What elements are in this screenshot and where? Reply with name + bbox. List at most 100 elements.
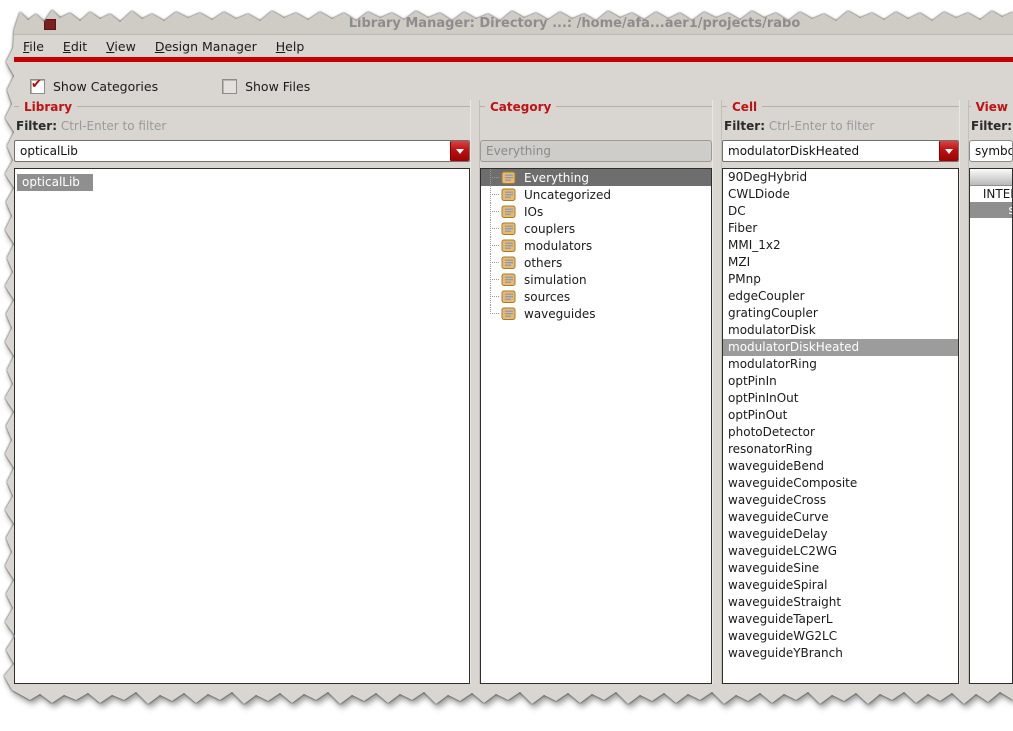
splitter[interactable] — [712, 100, 722, 684]
cell-list-item[interactable]: waveguideCurve — [723, 509, 958, 526]
view-rows: INTERCONNECT symbol — [970, 186, 1012, 218]
category-tree-item[interactable]: sources — [481, 288, 711, 305]
accent-divider — [14, 57, 1013, 62]
library-combobox-value[interactable]: opticalLib — [15, 141, 450, 161]
view-input[interactable]: symbol — [969, 140, 1013, 162]
category-item-label[interactable]: IOs — [524, 205, 543, 219]
cell-list-item[interactable]: modulatorRing — [723, 356, 958, 373]
cell-list-item[interactable]: waveguideBend — [723, 458, 958, 475]
toolbar-checkbox-row: Show Categories Show Files — [30, 77, 310, 95]
view-list[interactable]: View INTERCONNECT symbol — [969, 168, 1013, 684]
cell-panel: Cell Filter: Ctrl-Enter to filter modula… — [722, 100, 959, 684]
library-panel-title: Library — [14, 100, 470, 114]
cell-list-item[interactable]: waveguideSine — [723, 560, 958, 577]
scroll-category-icon — [501, 171, 517, 185]
cell-list-item[interactable]: optPinIn — [723, 373, 958, 390]
cell-list-item[interactable]: waveguideWG2LC — [723, 628, 958, 645]
scroll-category-icon — [501, 205, 517, 219]
scroll-category-icon — [501, 307, 517, 321]
cell-filter-label: Filter: — [724, 119, 766, 133]
checkbox-label: Show Categories — [53, 78, 159, 94]
chevron-down-icon — [945, 148, 953, 158]
library-item-label[interactable]: opticalLib — [17, 174, 93, 191]
scroll-category-icon — [501, 273, 517, 287]
scroll-category-icon — [501, 222, 517, 236]
category-tree-item[interactable]: Uncategorized — [481, 186, 711, 203]
view-list-item[interactable]: symbol — [970, 202, 1012, 218]
category-tree-item[interactable]: waveguides — [481, 305, 711, 322]
cell-dropdown-button[interactable] — [939, 141, 958, 161]
category-tree-item[interactable]: others — [481, 254, 711, 271]
category-tree-item[interactable]: modulators — [481, 237, 711, 254]
cell-list-item[interactable]: MMI_1x2 — [723, 237, 958, 254]
category-item-label[interactable]: waveguides — [524, 307, 595, 321]
category-tree-item[interactable]: IOs — [481, 203, 711, 220]
cell-list-item[interactable]: CWLDiode — [723, 186, 958, 203]
category-item-label[interactable]: modulators — [524, 239, 592, 253]
menu-item[interactable]: View — [101, 37, 141, 56]
checkbox[interactable]: Show Files — [222, 78, 311, 94]
cell-list-item[interactable]: waveguideTaperL — [723, 611, 958, 628]
view-list-item[interactable]: INTERCONNECT — [970, 186, 1012, 202]
category-tree-item[interactable]: couplers — [481, 220, 711, 237]
menu-item[interactable]: File — [18, 37, 49, 56]
checkbox-label: Show Files — [245, 78, 311, 94]
cell-list-item[interactable]: waveguideComposite — [723, 475, 958, 492]
library-filter-row: Filter: Ctrl-Enter to filter — [16, 119, 470, 136]
category-item-label[interactable]: simulation — [524, 273, 587, 287]
checkbox-box-icon[interactable] — [30, 77, 45, 94]
cell-list-item[interactable]: Fiber — [723, 220, 958, 237]
cell-list-item[interactable]: modulatorDiskHeated — [723, 339, 958, 356]
cell-list-item[interactable]: 90DegHybrid — [723, 169, 958, 186]
cell-list-item[interactable]: DC — [723, 203, 958, 220]
cell-list-item[interactable]: waveguideDelay — [723, 526, 958, 543]
cell-list[interactable]: 90DegHybrid CWLDiode DC Fiber MMI_1x2 MZ… — [722, 168, 959, 684]
cell-list-item[interactable]: PMnp — [723, 271, 958, 288]
title-bar: Library Manager: Directory ...: /home/af… — [14, 10, 1013, 35]
cell-list-item[interactable]: optPinOut — [723, 407, 958, 424]
cell-list-item[interactable]: edgeCoupler — [723, 288, 958, 305]
library-combobox[interactable]: opticalLib — [14, 140, 470, 162]
menu-item[interactable]: Edit — [58, 37, 92, 56]
category-tree-item[interactable]: Everything — [481, 169, 711, 186]
category-item-label[interactable]: Everything — [524, 171, 589, 185]
category-panel-title: Category — [480, 100, 712, 114]
window-icon — [44, 19, 56, 30]
library-list[interactable]: opticalLib — [14, 168, 470, 684]
cell-combobox-value[interactable]: modulatorDiskHeated — [723, 141, 939, 161]
cell-list-item[interactable]: gratingCoupler — [723, 305, 958, 322]
category-item-label[interactable]: couplers — [524, 222, 575, 236]
view-filter-label: Filter: — [971, 119, 1013, 133]
category-item-label[interactable]: others — [524, 256, 562, 270]
cell-list-item[interactable]: resonatorRing — [723, 441, 958, 458]
menu-bar: File Edit View Design Manager Help — [14, 35, 1013, 57]
splitter[interactable] — [470, 100, 480, 684]
cell-list-item[interactable]: waveguideSpiral — [723, 577, 958, 594]
cell-list-item[interactable]: waveguideCross — [723, 492, 958, 509]
splitter[interactable] — [959, 100, 969, 684]
cell-list-item[interactable]: waveguideYBranch — [723, 645, 958, 662]
library-filter-label: Filter: — [16, 119, 58, 133]
category-tree-item[interactable]: simulation — [481, 271, 711, 288]
category-item-label[interactable]: sources — [524, 290, 570, 304]
checkbox[interactable]: Show Categories — [30, 77, 159, 94]
cell-filter-row: Filter: Ctrl-Enter to filter — [724, 119, 959, 136]
cell-list-item[interactable]: waveguideStraight — [723, 594, 958, 611]
cell-list-item[interactable]: optPinInOut — [723, 390, 958, 407]
cell-list-item[interactable]: modulatorDisk — [723, 322, 958, 339]
cell-list-item[interactable]: waveguideLC2WG — [723, 543, 958, 560]
library-list-item[interactable]: opticalLib — [15, 169, 469, 191]
library-panel: Library Filter: Ctrl-Enter to filter opt… — [14, 100, 470, 684]
view-panel-title: View — [969, 100, 1013, 114]
cell-list-item[interactable]: photoDetector — [723, 424, 958, 441]
cell-combobox[interactable]: modulatorDiskHeated — [722, 140, 959, 162]
category-tree[interactable]: Everything Uncategorized IOs couplers mo… — [480, 168, 712, 684]
category-input[interactable]: Everything — [480, 140, 712, 162]
library-dropdown-button[interactable] — [450, 141, 469, 161]
cell-list-item[interactable]: MZI — [723, 254, 958, 271]
menu-item[interactable]: Design Manager — [150, 37, 262, 56]
category-item-label[interactable]: Uncategorized — [524, 188, 611, 202]
torn-paper-wrapper: Library Manager: Directory ...: /home/af… — [0, 0, 1013, 731]
menu-item[interactable]: Help — [271, 37, 310, 56]
checkbox-box-icon[interactable] — [222, 78, 238, 94]
